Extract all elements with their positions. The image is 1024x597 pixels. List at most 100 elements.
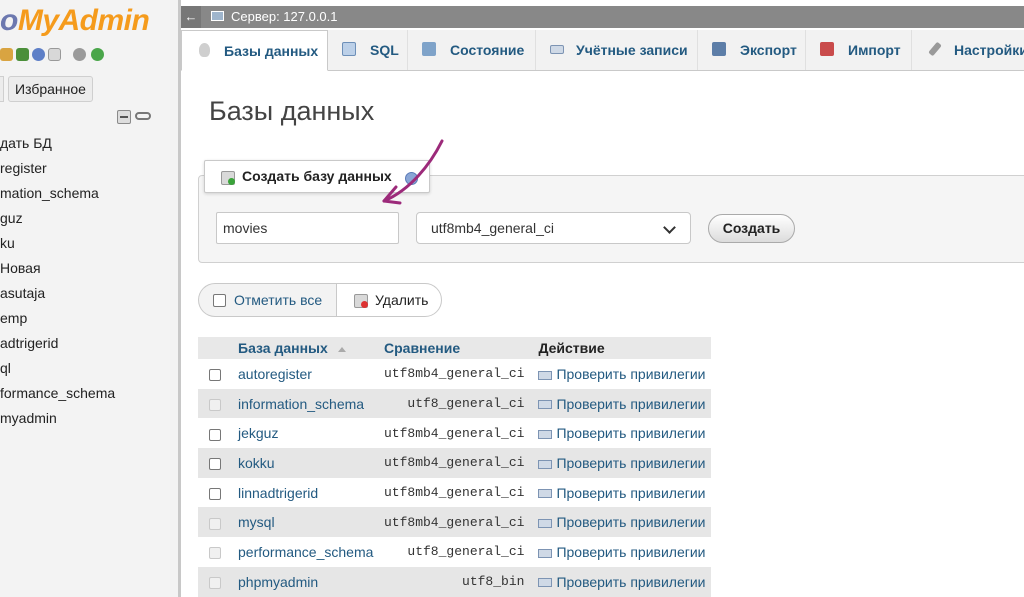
- database-name-link[interactable]: phpmyadmin: [232, 566, 384, 597]
- database-name-link[interactable]: information_schema: [232, 388, 384, 419]
- collation-selected-value: utf8mb4_general_ci: [431, 220, 554, 236]
- navigation-panel: oMyAdmin Избранное дать БД register mation…: [0, 0, 178, 597]
- wrench-icon: [928, 41, 942, 57]
- header-database[interactable]: База данных: [232, 337, 384, 359]
- check-all-checkbox[interactable]: [213, 294, 226, 307]
- table-row: autoregister utf8mb4_general_ci Проверить …: [198, 359, 711, 389]
- tab-label: Импорт: [848, 42, 901, 58]
- tab-label: Состояние: [450, 42, 525, 58]
- tree-item-label: adtrigerid: [0, 335, 59, 351]
- header-action-label: Действие: [538, 340, 605, 356]
- docs-icon[interactable]: [48, 48, 61, 61]
- check-privileges-link[interactable]: Проверить привилегии: [530, 537, 711, 567]
- collation-select[interactable]: utf8mb4_general_ci: [416, 212, 691, 244]
- tab-databases[interactable]: Базы данных: [181, 30, 328, 71]
- reload-icon[interactable]: [91, 48, 104, 61]
- sort-ascending-icon: [337, 346, 346, 352]
- check-privileges-link[interactable]: Проверить привилегии: [530, 566, 711, 597]
- collation-cell: utf8mb4_general_ci: [384, 418, 531, 449]
- check-privileges-label: Проверить привилегии: [556, 484, 706, 501]
- row-checkbox[interactable]: [209, 369, 221, 382]
- check-privileges-link[interactable]: Проверить привилегии: [530, 507, 711, 538]
- row-checkbox-cell: [198, 448, 232, 478]
- privileges-icon: [538, 578, 553, 588]
- row-checkbox[interactable]: [209, 458, 221, 471]
- row-checkbox[interactable]: [209, 428, 221, 441]
- sql-icon: [342, 42, 356, 56]
- check-privileges-label: Проверить привилегии: [556, 365, 706, 382]
- check-privileges-label: Проверить привилегии: [556, 573, 706, 590]
- link-with-main-icon[interactable]: [135, 112, 151, 120]
- header-checkbox-cell: [198, 337, 232, 359]
- tree-item-label: Новая: [0, 260, 41, 276]
- header-database-label: База данных: [238, 340, 328, 356]
- server-icon: [211, 11, 224, 21]
- collation-cell: utf8_general_ci: [384, 537, 531, 567]
- collapse-all-icon[interactable]: [117, 110, 131, 124]
- top-menu: Базы данных SQL Состояние Учётные записи…: [181, 30, 1024, 71]
- panel-splitter[interactable]: [178, 0, 181, 597]
- database-name-link[interactable]: jekguz: [232, 418, 384, 449]
- check-all-control[interactable]: Отметить все: [198, 283, 336, 317]
- row-checkbox-cell: [198, 507, 232, 538]
- database-name-link[interactable]: linnadtrigerid: [232, 477, 384, 508]
- table-row: phpmyadmin utf8_bin Проверить привилегии: [198, 566, 711, 597]
- create-database-button[interactable]: Создать: [708, 214, 795, 243]
- database-icon[interactable]: [16, 48, 29, 61]
- tab-export[interactable]: Экспорт: [698, 30, 806, 70]
- annotation-arrow-icon: [382, 139, 444, 205]
- header-collation[interactable]: Сравнение: [384, 337, 531, 359]
- row-checkbox-cell: [198, 388, 232, 419]
- tab-label: Экспорт: [740, 42, 797, 58]
- tree-item-label: register: [0, 160, 47, 176]
- collation-cell: utf8mb4_general_ci: [384, 448, 531, 478]
- check-privileges-link[interactable]: Проверить привилегии: [530, 359, 711, 389]
- check-privileges-link[interactable]: Проверить привилегии: [530, 477, 711, 508]
- database-name-link[interactable]: performance_schema: [232, 537, 384, 567]
- database-name-input[interactable]: [216, 212, 399, 244]
- row-checkbox: [209, 517, 221, 530]
- tree-item-label: emp: [0, 310, 28, 326]
- row-checkbox-cell: [198, 477, 232, 508]
- check-all-label[interactable]: Отметить все: [234, 292, 322, 308]
- check-privileges-link[interactable]: Проверить привилегии: [530, 418, 711, 449]
- tab-label: Настройки: [954, 42, 1024, 58]
- home-icon[interactable]: [0, 48, 13, 61]
- favorites-tab[interactable]: Избранное: [0, 76, 93, 102]
- phpmyadmin-logo[interactable]: oMyAdmin: [0, 4, 150, 38]
- database-name-link[interactable]: autoregister: [232, 359, 384, 389]
- privileges-icon: [538, 548, 553, 558]
- check-privileges-label: Проверить привилегии: [556, 543, 706, 560]
- header-action: Действие: [530, 337, 711, 359]
- tab-import[interactable]: Импорт: [806, 30, 912, 70]
- delete-button[interactable]: Удалить: [336, 283, 442, 317]
- privileges-icon: [538, 489, 553, 499]
- status-icon: [422, 42, 436, 56]
- header-collation-label: Сравнение: [384, 340, 461, 356]
- check-privileges-label: Проверить привилегии: [556, 514, 706, 531]
- server-label[interactable]: Сервер: 127.0.0.1: [231, 6, 338, 28]
- collation-cell: utf8mb4_general_ci: [384, 359, 531, 389]
- collapse-panel-button[interactable]: ←: [181, 6, 201, 28]
- server-breadcrumb: ← Сервер: 127.0.0.1: [181, 6, 1024, 28]
- database-name-link[interactable]: mysql: [232, 507, 384, 538]
- row-checkbox-cell: [198, 418, 232, 449]
- gear-icon[interactable]: [73, 48, 86, 61]
- tab-user-accounts[interactable]: Учётные записи: [536, 30, 698, 70]
- tab-label: Базы данных: [224, 43, 319, 59]
- tree-item-label: mation_schema: [0, 185, 99, 201]
- export-icon: [712, 42, 726, 56]
- page-title: Базы данных: [209, 96, 375, 126]
- tab-sql[interactable]: SQL: [328, 30, 408, 70]
- database-name-link[interactable]: kokku: [232, 448, 384, 478]
- row-checkbox-cell: [198, 359, 232, 389]
- row-checkbox: [209, 398, 221, 411]
- tab-settings[interactable]: Настройки: [912, 30, 1024, 70]
- check-privileges-link[interactable]: Проверить привилегии: [530, 388, 711, 419]
- check-privileges-link[interactable]: Проверить привилегии: [530, 448, 711, 478]
- help-icon[interactable]: [32, 48, 45, 61]
- tab-status[interactable]: Состояние: [408, 30, 536, 70]
- tree-item-label: guz: [0, 210, 23, 226]
- collation-cell: utf8_general_ci: [384, 388, 531, 419]
- row-checkbox[interactable]: [209, 487, 221, 500]
